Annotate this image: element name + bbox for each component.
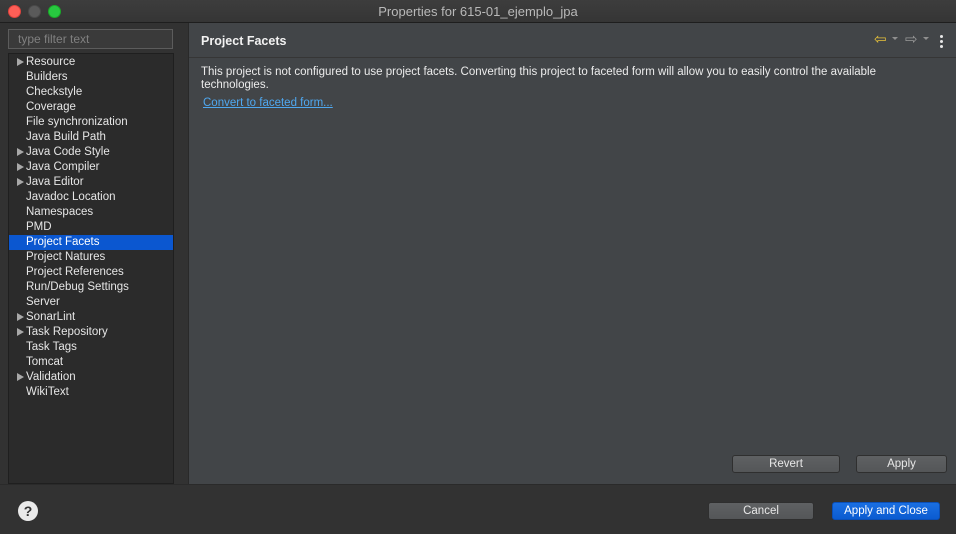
sidebar-item-checkstyle[interactable]: Checkstyle (9, 85, 173, 100)
sidebar-item-java-compiler[interactable]: Java Compiler (9, 160, 173, 175)
expand-arrow-icon[interactable] (17, 178, 24, 186)
sidebar-item-wikitext[interactable]: WikiText (9, 385, 173, 400)
sidebar-item-label: Java Build Path (26, 131, 106, 143)
sidebar-item-file-synchronization[interactable]: File synchronization (9, 115, 173, 130)
sidebar-item-label: Java Code Style (26, 146, 110, 158)
sidebar-item-java-build-path[interactable]: Java Build Path (9, 130, 173, 145)
sidebar-item-tomcat[interactable]: Tomcat (9, 355, 173, 370)
sidebar-item-task-repository[interactable]: Task Repository (9, 325, 173, 340)
sidebar-item-label: File synchronization (26, 116, 128, 128)
sidebar-item-run-debug-settings[interactable]: Run/Debug Settings (9, 280, 173, 295)
sidebar-item-project-facets[interactable]: Project Facets (9, 235, 173, 250)
sidebar-item-namespaces[interactable]: Namespaces (9, 205, 173, 220)
sidebar-item-resource[interactable]: Resource (9, 55, 173, 70)
properties-page: Project Facets ⇦ ⇨ This project is not c… (188, 23, 956, 484)
sidebar-item-label: Run/Debug Settings (26, 281, 129, 293)
arrow-right-icon[interactable]: ⇨ (905, 32, 918, 48)
dialog-footer: ? Cancel Apply and Close (0, 484, 956, 534)
convert-to-faceted-form-link[interactable]: Convert to faceted form... (203, 97, 333, 109)
apply-and-close-button[interactable]: Apply and Close (832, 502, 940, 520)
chevron-down-icon[interactable] (892, 37, 898, 40)
sidebar-item-pmd[interactable]: PMD (9, 220, 173, 235)
properties-sidebar: Resource Builders Checkstyle Coverage File s… (8, 29, 174, 484)
revert-button[interactable]: Revert (732, 455, 840, 473)
kebab-menu-icon[interactable] (940, 35, 943, 49)
expand-arrow-icon[interactable] (17, 58, 24, 66)
sidebar-item-label: Project References (26, 266, 124, 278)
cancel-button[interactable]: Cancel (708, 502, 814, 520)
sidebar-item-label: Coverage (26, 101, 76, 113)
arrow-left-icon[interactable]: ⇦ (874, 32, 887, 48)
properties-tree: Resource Builders Checkstyle Coverage File s… (8, 53, 174, 484)
sidebar-item-label: Builders (26, 71, 68, 83)
sidebar-item-coverage[interactable]: Coverage (9, 100, 173, 115)
sidebar-item-label: PMD (26, 221, 52, 233)
sidebar-item-label: Task Repository (26, 326, 108, 338)
sidebar-item-label: Project Facets (26, 236, 100, 248)
sidebar-item-label: Checkstyle (26, 86, 83, 98)
sidebar-item-label: Task Tags (26, 341, 77, 353)
expand-arrow-icon[interactable] (17, 328, 24, 336)
sidebar-item-sonarlint[interactable]: SonarLint (9, 310, 173, 325)
apply-button[interactable]: Apply (856, 455, 947, 473)
expand-arrow-icon[interactable] (17, 313, 24, 321)
sidebar-item-label: Javadoc Location (26, 191, 116, 203)
sidebar-item-label: Project Natures (26, 251, 106, 263)
expand-arrow-icon[interactable] (17, 163, 24, 171)
window-title: Properties for 615-01_ejemplo_jpa (378, 4, 578, 19)
sidebar-item-project-natures[interactable]: Project Natures (9, 250, 173, 265)
sidebar-item-label: Validation (26, 371, 76, 383)
sidebar-item-label: Resource (26, 56, 76, 68)
sidebar-item-label: Java Compiler (26, 161, 100, 173)
sidebar-item-validation[interactable]: Validation (9, 370, 173, 385)
sidebar-item-label: WikiText (26, 386, 69, 398)
page-title: Project Facets (201, 34, 287, 48)
sidebar-item-server[interactable]: Server (9, 295, 173, 310)
sidebar-item-label: SonarLint (26, 311, 76, 323)
expand-arrow-icon[interactable] (17, 373, 24, 381)
sidebar-item-label: Tomcat (26, 356, 64, 368)
sidebar-item-java-editor[interactable]: Java Editor (9, 175, 173, 190)
sidebar-item-java-code-style[interactable]: Java Code Style (9, 145, 173, 160)
sidebar-item-javadoc-location[interactable]: Javadoc Location (9, 190, 173, 205)
sidebar-item-task-tags[interactable]: Task Tags (9, 340, 173, 355)
sidebar-item-label: Java Editor (26, 176, 84, 188)
chevron-down-icon[interactable] (923, 37, 929, 40)
window-titlebar: Properties for 615-01_ejemplo_jpa (0, 0, 956, 23)
sidebar-item-label: Namespaces (26, 206, 94, 218)
sidebar-item-project-references[interactable]: Project References (9, 265, 173, 280)
help-icon[interactable]: ? (18, 501, 38, 521)
page-header: Project Facets ⇦ ⇨ (189, 23, 956, 58)
sidebar-item-label: Server (26, 296, 60, 308)
page-description: This project is not configured to use pr… (201, 66, 877, 91)
expand-arrow-icon[interactable] (17, 148, 24, 156)
sash[interactable] (180, 23, 188, 484)
filter-input[interactable] (8, 29, 173, 49)
sidebar-item-builders[interactable]: Builders (9, 70, 173, 85)
